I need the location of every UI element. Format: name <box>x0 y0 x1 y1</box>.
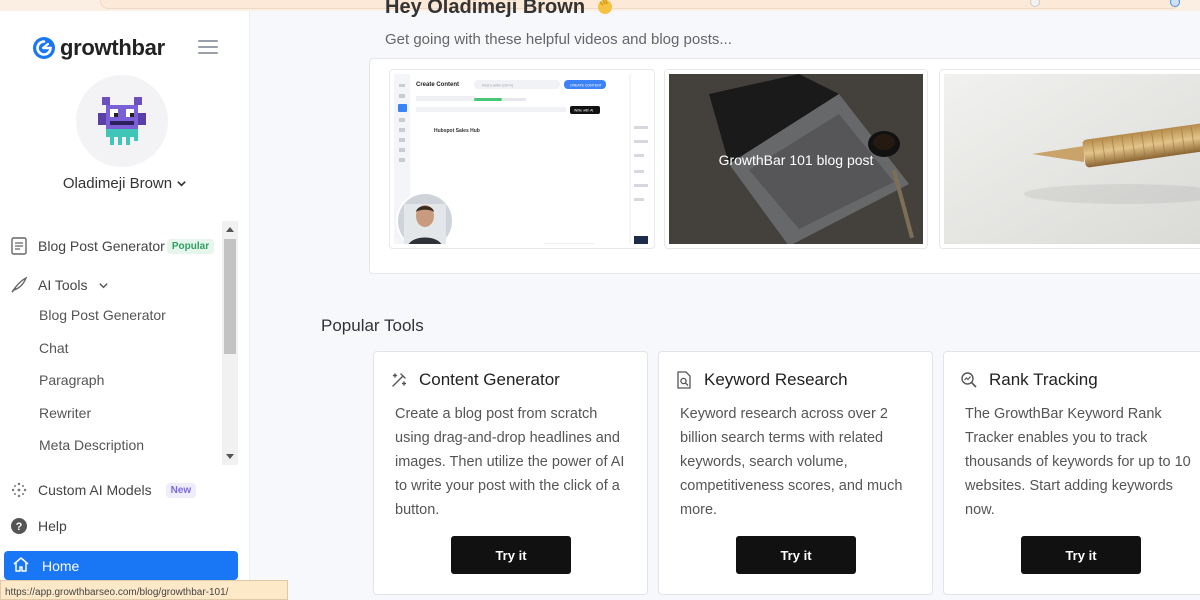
screenshot-search-placeholder: Find a writer (ctrl+k) <box>482 84 513 88</box>
nav-home[interactable]: Home <box>4 551 238 580</box>
logo-text: growthbar <box>60 35 165 60</box>
tool-title: Keyword Research <box>704 370 848 389</box>
tool-header: Content Generator <box>390 370 560 390</box>
screenshot-title: Create Content <box>416 82 459 88</box>
pixel-monster-avatar-icon <box>98 97 146 145</box>
waving-hand-icon <box>597 0 612 14</box>
tool-card-content-generator: Content Generator Create a blog post fro… <box>373 351 648 595</box>
nav-ai-tools[interactable]: AI Tools <box>10 276 109 294</box>
logo[interactable]: growthbar <box>32 35 165 61</box>
chevron-down-icon <box>98 282 108 288</box>
screenshot-write-chip: Write with AI <box>574 109 593 113</box>
nav-help[interactable]: ? Help <box>10 517 67 535</box>
popular-badge: Popular <box>166 238 215 254</box>
sidebar: growthbar Oladimeji Brown Blog Post Gene… <box>0 11 250 600</box>
magic-wand-icon <box>392 373 407 387</box>
resources-panel: Create Content Find a writer (ctrl+k) CR… <box>369 58 1200 274</box>
scroll-up-arrow-icon[interactable] <box>226 227 234 232</box>
popular-tools-title: Popular Tools <box>321 316 424 335</box>
subtext: Get going with these helpful videos and … <box>385 31 732 48</box>
tool-description: Create a blog post from scratch using dr… <box>395 406 625 518</box>
profile-icon[interactable] <box>1170 0 1180 7</box>
chevron-down-icon <box>177 181 186 187</box>
nav-label: Blog Post Generator <box>38 238 165 254</box>
status-bar-url: https://app.growthbarseo.com/blog/growth… <box>0 580 288 600</box>
video-card-growthbar-101[interactable]: GrowthBar 101 blog post <box>664 69 928 249</box>
sub-item-blog-post-generator[interactable]: Blog Post Generator <box>39 307 166 323</box>
nav-label: Home <box>42 557 80 574</box>
document-ai-icon <box>10 237 28 255</box>
tool-card-keyword-research: Keyword Research Keyword research across… <box>658 351 933 595</box>
user-menu[interactable]: Oladimeji Brown <box>0 175 250 192</box>
blog-post-label: GrowthBar 101 blog post <box>718 152 874 168</box>
sparkle-dots-icon <box>10 481 28 499</box>
scroll-thumb[interactable] <box>224 239 236 354</box>
screenshot-create-button: CREATE CONTENT <box>570 84 603 88</box>
nav-scrollbar[interactable] <box>222 221 238 465</box>
quill-icon <box>10 276 28 294</box>
growthbar-logo-icon <box>33 37 55 59</box>
magnifier-chart-icon <box>961 372 977 388</box>
user-name: Oladimeji Brown <box>62 175 173 192</box>
nav-label: Custom AI Models <box>38 482 152 498</box>
sub-item-paragraph[interactable]: Paragraph <box>39 372 104 388</box>
screenshot-heading: Hubspot Sales Hub <box>434 128 480 134</box>
scroll-down-arrow-icon[interactable] <box>226 454 234 459</box>
nav-scroll-area: Blog Post Generator Popular AI Tools Blo… <box>0 221 238 465</box>
new-badge: New <box>165 482 197 498</box>
video-card-create-content[interactable]: Create Content Find a writer (ctrl+k) CR… <box>389 69 655 249</box>
document-search-icon <box>677 371 691 389</box>
tool-description: The GrowthBar Keyword Rank Tracker enabl… <box>965 406 1191 518</box>
help-icon: ? <box>10 517 28 535</box>
svg-text:?: ? <box>16 521 23 533</box>
tool-title: Content Generator <box>419 370 560 389</box>
sub-item-meta-description[interactable]: Meta Description <box>39 437 144 453</box>
tool-card-rank-tracking: Rank Tracking The GrowthBar Keyword Rank… <box>943 351 1200 595</box>
fountain-pen-photo-thumbnail <box>944 74 1200 244</box>
greeting-heading: Hey Oladimeji Brown <box>385 0 615 19</box>
tool-description: Keyword research across over 2 billion s… <box>680 406 903 518</box>
nav-custom-ai-models[interactable]: Custom AI Models New <box>10 481 197 499</box>
video-card-fountain-pen[interactable] <box>939 69 1200 249</box>
tool-header: Rank Tracking <box>960 370 1098 390</box>
address-bar[interactable] <box>100 0 1180 9</box>
nav-label: Help <box>38 518 67 534</box>
sub-item-rewriter[interactable]: Rewriter <box>39 405 91 421</box>
menu-toggle-icon[interactable] <box>198 40 218 54</box>
nav-label: AI Tools <box>38 277 88 293</box>
greeting-text: Hey Oladimeji Brown <box>385 0 586 18</box>
presenter-video-thumbnail <box>396 192 454 244</box>
nav-blog-post-generator[interactable]: Blog Post Generator Popular <box>10 237 215 255</box>
avatar[interactable] <box>76 75 168 167</box>
tool-header: Keyword Research <box>675 370 848 390</box>
tool-title: Rank Tracking <box>989 370 1098 389</box>
try-content-generator-button[interactable]: Try it <box>451 536 571 574</box>
sub-item-chat[interactable]: Chat <box>39 340 69 356</box>
try-keyword-research-button[interactable]: Try it <box>736 536 856 574</box>
try-rank-tracking-button[interactable]: Try it <box>1021 536 1141 574</box>
home-icon <box>12 555 30 576</box>
